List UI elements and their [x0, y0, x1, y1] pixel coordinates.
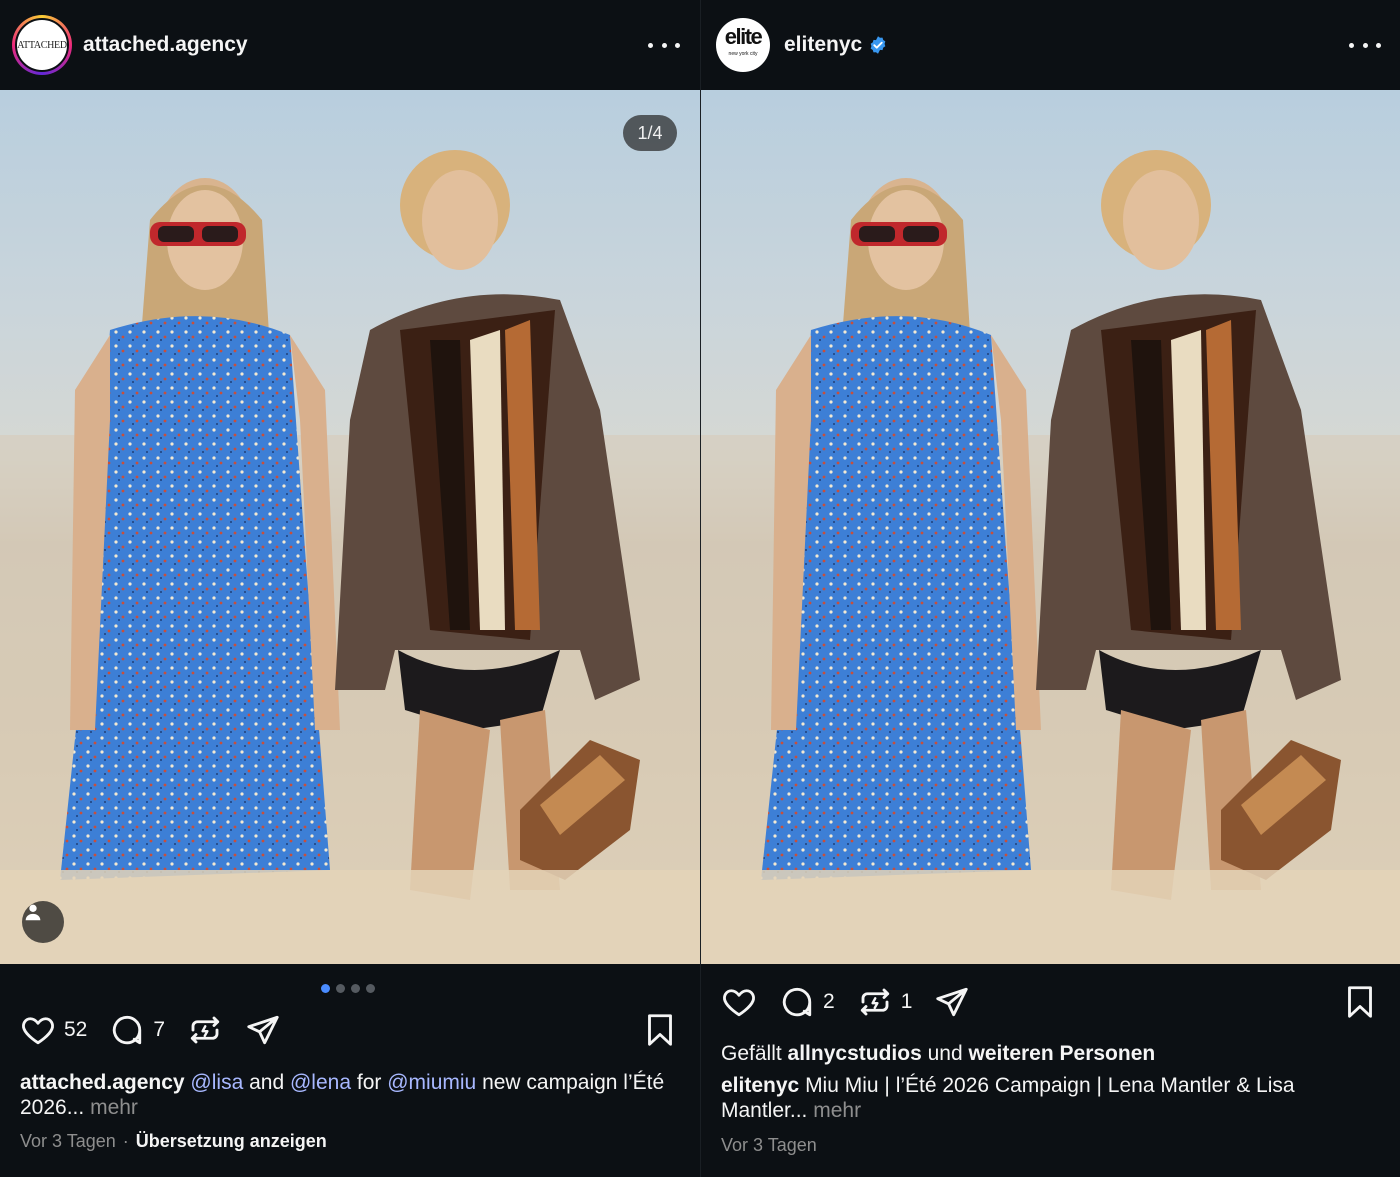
- bookmark-icon: [1348, 986, 1372, 1018]
- post-header: elite new york city elitenyc: [701, 0, 1400, 90]
- share-button[interactable]: [934, 984, 970, 1020]
- translate-link[interactable]: Übersetzung anzeigen: [136, 1131, 327, 1151]
- photo-illustration: [701, 150, 1400, 964]
- send-icon: [936, 987, 969, 1017]
- more-dot-icon: [661, 42, 667, 48]
- caption-text: Miu Miu | l’Été 2026 Campaign | Lena Man…: [721, 1074, 1295, 1122]
- more-options-button[interactable]: [1349, 32, 1381, 58]
- share-button[interactable]: [245, 1012, 281, 1048]
- more-link[interactable]: mehr: [90, 1096, 138, 1119]
- post-elitenyc: elite new york city elitenyc 2 1 Gefällt…: [700, 0, 1400, 1177]
- comment-count: 7: [153, 1018, 166, 1041]
- caption-text: for: [356, 1071, 382, 1094]
- more-link[interactable]: mehr: [813, 1099, 861, 1122]
- heart-icon: [723, 989, 755, 1017]
- post-caption: elitenyc Miu Miu | l’Été 2026 Campaign |…: [721, 1073, 1381, 1123]
- avatar[interactable]: elite new york city: [716, 18, 770, 72]
- mention-lena[interactable]: @lena: [290, 1071, 351, 1094]
- like-button[interactable]: [721, 984, 757, 1020]
- like-button[interactable]: 52: [20, 1012, 87, 1048]
- post-image[interactable]: 1/4: [0, 90, 700, 964]
- caption-username[interactable]: attached.agency: [20, 1071, 185, 1094]
- avatar[interactable]: ATTACHED: [12, 15, 72, 75]
- post-attached-agency: ATTACHED attached.agency 1/4 52 7 attach…: [0, 0, 700, 1177]
- repost-count: 1: [900, 990, 913, 1013]
- liked-by[interactable]: Gefällt allnycstudios und weiteren Perso…: [721, 1042, 1155, 1066]
- post-image[interactable]: [701, 90, 1400, 964]
- avatar-logo-text: ATTACHED: [17, 39, 67, 51]
- comment-button[interactable]: 2: [779, 984, 835, 1020]
- post-meta: Vor 3 Tagen · Übersetzung anzeigen: [20, 1131, 327, 1152]
- post-caption: attached.agency @lisa and @lena for @miu…: [20, 1070, 680, 1120]
- comment-count: 2: [823, 990, 835, 1013]
- more-options-button[interactable]: [648, 32, 680, 58]
- repost-icon: [190, 1016, 220, 1044]
- action-bar: 2 1: [721, 984, 992, 1020]
- username[interactable]: elitenyc: [784, 33, 862, 57]
- like-count: 52: [64, 1018, 88, 1041]
- photo-illustration: [0, 150, 700, 964]
- caption-text: and: [249, 1071, 285, 1094]
- more-dot-icon: [675, 42, 680, 48]
- mention-lisa[interactable]: @lisa: [190, 1071, 243, 1094]
- action-bar: 52 7: [20, 1012, 303, 1048]
- username[interactable]: attached.agency: [83, 33, 248, 57]
- liked-by-user[interactable]: allnycstudios: [788, 1042, 922, 1065]
- feed: ATTACHED attached.agency 1/4 52 7 attach…: [0, 0, 1400, 1177]
- comment-button[interactable]: 7: [109, 1012, 165, 1048]
- verified-badge-icon: [870, 36, 886, 54]
- save-button[interactable]: [1342, 984, 1378, 1025]
- carousel-dot: [366, 984, 375, 993]
- carousel-dot: [336, 984, 345, 993]
- post-meta: Vor 3 Tagen: [721, 1135, 817, 1156]
- heart-icon: [22, 1017, 54, 1045]
- send-icon: [247, 1015, 279, 1045]
- more-dot-icon: [648, 42, 653, 48]
- more-dot-icon: [1349, 42, 1354, 48]
- caption-username[interactable]: elitenyc: [721, 1074, 799, 1097]
- more-dot-icon: [1376, 42, 1381, 48]
- carousel-indicator: [321, 984, 375, 993]
- carousel-dot-active: [321, 984, 330, 993]
- repost-button[interactable]: 1: [857, 984, 913, 1020]
- more-dot-icon: [1362, 42, 1368, 48]
- repost-icon: [860, 988, 889, 1016]
- liked-by-others[interactable]: weiteren Personen: [968, 1042, 1155, 1065]
- meta-separator: ·: [122, 1131, 129, 1151]
- comment-icon: [113, 1015, 142, 1045]
- person-icon: [25, 904, 41, 921]
- bookmark-icon: [648, 1014, 672, 1046]
- post-header: ATTACHED attached.agency: [0, 0, 700, 90]
- comment-icon: [782, 987, 812, 1017]
- repost-button[interactable]: [187, 1012, 223, 1048]
- avatar-logo: elite new york city: [725, 25, 763, 63]
- mention-miumiu[interactable]: @miumiu: [387, 1071, 476, 1094]
- carousel-dot: [351, 984, 360, 993]
- liked-by-middle: und: [927, 1042, 963, 1065]
- image-counter: 1/4: [623, 115, 677, 151]
- save-button[interactable]: [642, 1012, 678, 1053]
- post-timestamp: Vor 3 Tagen: [721, 1135, 817, 1155]
- post-timestamp: Vor 3 Tagen: [20, 1131, 116, 1151]
- tagged-users-button[interactable]: [22, 901, 64, 943]
- avatar-logo-subtext: new york city: [728, 50, 758, 57]
- liked-by-prefix: Gefällt: [721, 1042, 782, 1065]
